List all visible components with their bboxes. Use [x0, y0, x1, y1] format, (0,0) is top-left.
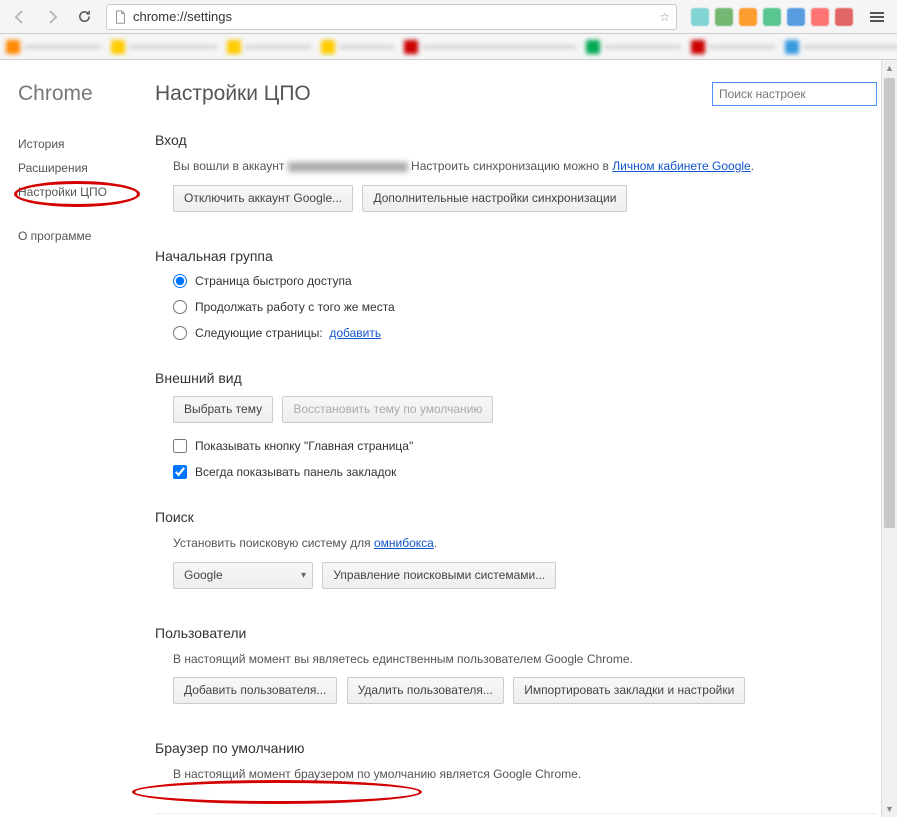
section-appearance: Внешний вид Выбрать тему Восстановить те… — [155, 370, 877, 479]
section-login: Вход Вы вошли в аккаунт Настроить синхро… — [155, 132, 877, 218]
extension-icon[interactable] — [835, 8, 853, 26]
show-home-checkbox-row[interactable]: Показывать кнопку "Главная страница" — [173, 439, 877, 453]
browser-toolbar: chrome://settings ☆ — [0, 0, 897, 34]
section-title: Вход — [155, 132, 877, 148]
extension-icons — [685, 8, 859, 26]
content: Настройки ЦПО Вход Вы вошли в аккаунт На… — [155, 60, 897, 817]
checkbox-input[interactable] — [173, 465, 187, 479]
bookmark-item[interactable]: ————— — [321, 40, 394, 54]
disconnect-account-button[interactable]: Отключить аккаунт Google... — [173, 185, 353, 212]
extension-icon[interactable] — [763, 8, 781, 26]
section-title: Пользователи — [155, 625, 877, 641]
section-default-browser: Браузер по умолчанию В настоящий момент … — [155, 740, 877, 783]
extension-icon[interactable] — [811, 8, 829, 26]
add-pages-link[interactable]: добавить — [329, 326, 381, 340]
divider — [155, 813, 877, 814]
extension-icon[interactable] — [739, 8, 757, 26]
bookmark-item[interactable]: ———————————— — [785, 40, 897, 54]
bookmark-item[interactable]: —————————————— — [404, 40, 576, 54]
search-text: Установить поисковую систему для омнибок… — [173, 535, 877, 552]
content-header: Настройки ЦПО — [155, 82, 877, 106]
bookmark-item[interactable]: —————— — [691, 40, 775, 54]
radio-input[interactable] — [173, 274, 187, 288]
radio-input[interactable] — [173, 300, 187, 314]
extension-icon[interactable] — [715, 8, 733, 26]
manage-search-engines-button[interactable]: Управление поисковыми системами... — [322, 562, 556, 589]
url-text: chrome://settings — [133, 9, 659, 24]
add-user-button[interactable]: Добавить пользователя... — [173, 677, 337, 704]
scroll-thumb[interactable] — [884, 78, 895, 528]
scroll-down-icon[interactable]: ▼ — [882, 801, 897, 817]
section-title: Браузер по умолчанию — [155, 740, 877, 756]
extension-icon[interactable] — [787, 8, 805, 26]
google-dashboard-link[interactable]: Личном кабинете Google — [612, 159, 750, 173]
sidebar: Chrome История Расширения Настройки ЦПО … — [0, 60, 155, 817]
default-browser-text: В настоящий момент браузером по умолчани… — [173, 766, 877, 783]
bookmark-bar: ——————— ———————— —————— ————— ——————————… — [0, 34, 897, 60]
redacted-account — [288, 162, 408, 172]
page-title: Настройки ЦПО — [155, 82, 311, 106]
section-search: Поиск Установить поисковую систему для о… — [155, 509, 877, 595]
show-bookmarks-checkbox-row[interactable]: Всегда показывать панель закладок — [173, 465, 877, 479]
back-button[interactable] — [6, 4, 34, 30]
startup-option-newtab[interactable]: Страница быстрого доступа — [173, 274, 877, 288]
bookmark-item[interactable]: ——————— — [586, 40, 681, 54]
radio-input[interactable] — [173, 326, 187, 340]
bookmark-star-icon[interactable]: ☆ — [659, 10, 670, 24]
section-title: Начальная группа — [155, 248, 877, 264]
sidebar-item-settings[interactable]: Настройки ЦПО — [18, 180, 155, 204]
settings-page: Chrome История Расширения Настройки ЦПО … — [0, 60, 897, 817]
forward-button[interactable] — [38, 4, 66, 30]
scroll-up-icon[interactable]: ▲ — [882, 60, 897, 76]
section-users: Пользователи В настоящий момент вы являе… — [155, 625, 877, 711]
bookmark-item[interactable]: ——————— — [6, 40, 101, 54]
scrollbar[interactable]: ▲ ▼ — [881, 60, 897, 817]
settings-search-input[interactable] — [712, 82, 877, 106]
choose-theme-button[interactable]: Выбрать тему — [173, 396, 273, 423]
import-bookmarks-button[interactable]: Импортировать закладки и настройки — [513, 677, 745, 704]
reset-theme-button[interactable]: Восстановить тему по умолчанию — [282, 396, 493, 423]
bookmark-item[interactable]: —————— — [227, 40, 311, 54]
section-title: Поиск — [155, 509, 877, 525]
checkbox-input[interactable] — [173, 439, 187, 453]
address-bar[interactable]: chrome://settings ☆ — [106, 4, 677, 30]
section-title: Внешний вид — [155, 370, 877, 386]
reload-button[interactable] — [70, 4, 98, 30]
startup-option-continue[interactable]: Продолжать работу с того же места — [173, 300, 877, 314]
users-text: В настоящий момент вы являетесь единстве… — [173, 651, 877, 668]
menu-button[interactable] — [863, 4, 891, 30]
extension-icon[interactable] — [691, 8, 709, 26]
page-icon — [113, 10, 127, 24]
startup-option-pages[interactable]: Следующие страницы: добавить — [173, 326, 877, 340]
search-engine-select[interactable]: Google — [173, 562, 313, 589]
bookmark-item[interactable]: ———————— — [111, 40, 217, 54]
delete-user-button[interactable]: Удалить пользователя... — [347, 677, 504, 704]
login-text: Вы вошли в аккаунт Настроить синхронизац… — [173, 158, 877, 175]
omnibox-link[interactable]: омнибокса — [374, 536, 434, 550]
sidebar-item-about[interactable]: О программе — [18, 224, 155, 248]
section-startup: Начальная группа Страница быстрого досту… — [155, 248, 877, 340]
sidebar-item-extensions[interactable]: Расширения — [18, 156, 155, 180]
sync-settings-button[interactable]: Дополнительные настройки синхронизации — [362, 185, 627, 212]
sidebar-title: Chrome — [18, 82, 155, 106]
sidebar-item-history[interactable]: История — [18, 132, 155, 156]
